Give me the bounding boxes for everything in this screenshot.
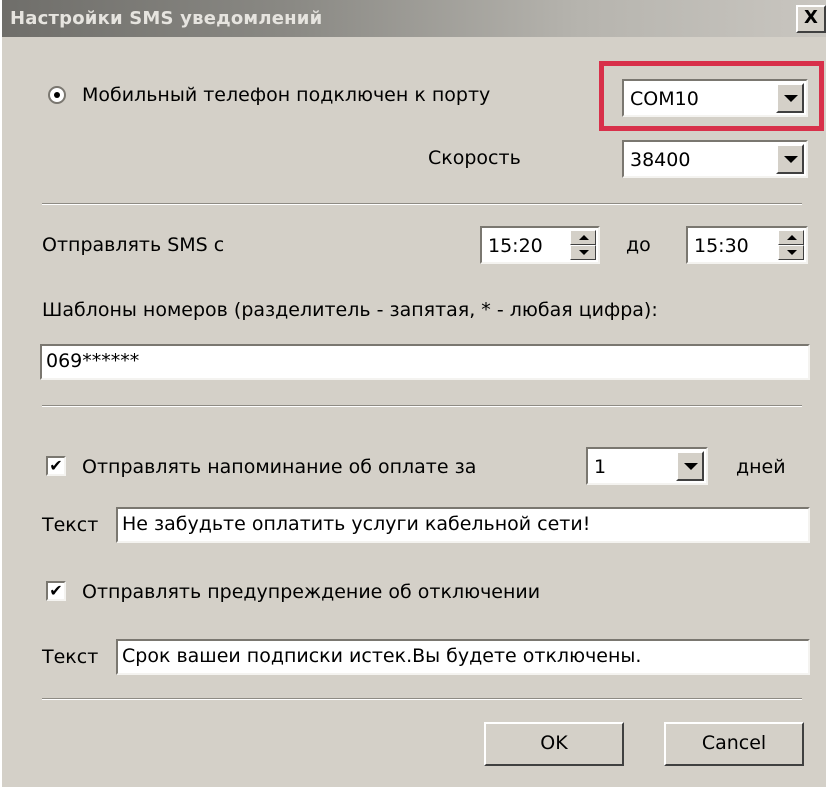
time-from-value: 15:20 [488, 235, 543, 257]
checkmark-icon: ✔ [49, 581, 63, 600]
warning-text-label: Текст [42, 646, 99, 668]
time-to-up-button[interactable] [778, 230, 804, 245]
radio-dot-icon [54, 92, 60, 98]
speed-select[interactable]: 38400 [622, 140, 808, 178]
close-button[interactable]: X [796, 5, 826, 33]
reminder-checkbox[interactable]: ✔ [46, 456, 66, 476]
window-title: Настройки SMS уведомлений [10, 8, 323, 29]
chevron-down-icon [784, 156, 798, 163]
reminder-text-input[interactable]: Не забудьте оплатить услуги кабельной се… [116, 507, 810, 543]
schedule-label: Отправлять SMS с [42, 234, 225, 256]
time-to-value: 15:30 [694, 235, 749, 257]
time-from-up-button[interactable] [570, 230, 596, 245]
cancel-button[interactable]: Cancel [664, 722, 804, 766]
title-bar[interactable]: Настройки SMS уведомлений X [2, 0, 826, 37]
time-from-updown [570, 230, 596, 260]
separator [42, 203, 802, 205]
speed-dropdown-button[interactable] [776, 144, 804, 174]
ok-button[interactable]: OK [484, 722, 624, 766]
separator [42, 405, 802, 407]
arrow-up-icon [787, 235, 797, 240]
arrow-up-icon [579, 235, 589, 240]
days-dropdown-button[interactable] [676, 451, 704, 481]
chevron-down-icon [684, 463, 698, 470]
reminder-label: Отправлять напоминание об оплате за [82, 456, 477, 478]
templates-input[interactable]: 069****** [40, 344, 810, 380]
warning-text-input[interactable]: Срок вашеи подписки истек.Вы будете откл… [116, 639, 810, 675]
separator [42, 698, 802, 700]
time-from-down-button[interactable] [570, 245, 596, 260]
days-select[interactable]: 1 [586, 447, 708, 485]
reminder-text-label: Текст [42, 514, 99, 536]
arrow-down-icon [579, 250, 589, 255]
time-to-spinner[interactable]: 15:30 [686, 226, 808, 264]
port-label: Мобильный телефон подключен к порту [82, 84, 491, 106]
time-to-updown [778, 230, 804, 260]
templates-label: Шаблоны номеров (разделитель - запятая, … [42, 299, 658, 321]
days-select-value: 1 [594, 456, 607, 478]
arrow-down-icon [787, 250, 797, 255]
port-radio[interactable] [48, 86, 66, 104]
speed-label: Скорость [428, 147, 521, 169]
time-from-spinner[interactable]: 15:20 [480, 226, 600, 264]
time-to-down-button[interactable] [778, 245, 804, 260]
port-highlight-box [599, 61, 824, 131]
speed-select-value: 38400 [630, 149, 691, 171]
sms-settings-dialog: Настройки SMS уведомлений X Мобильный те… [0, 0, 826, 787]
days-label: дней [736, 456, 786, 478]
warning-label: Отправлять предупреждение об отключении [82, 581, 541, 603]
checkmark-icon: ✔ [49, 456, 63, 475]
time-to-label: до [626, 234, 651, 256]
close-icon: X [804, 7, 818, 28]
warning-checkbox[interactable]: ✔ [46, 581, 66, 601]
